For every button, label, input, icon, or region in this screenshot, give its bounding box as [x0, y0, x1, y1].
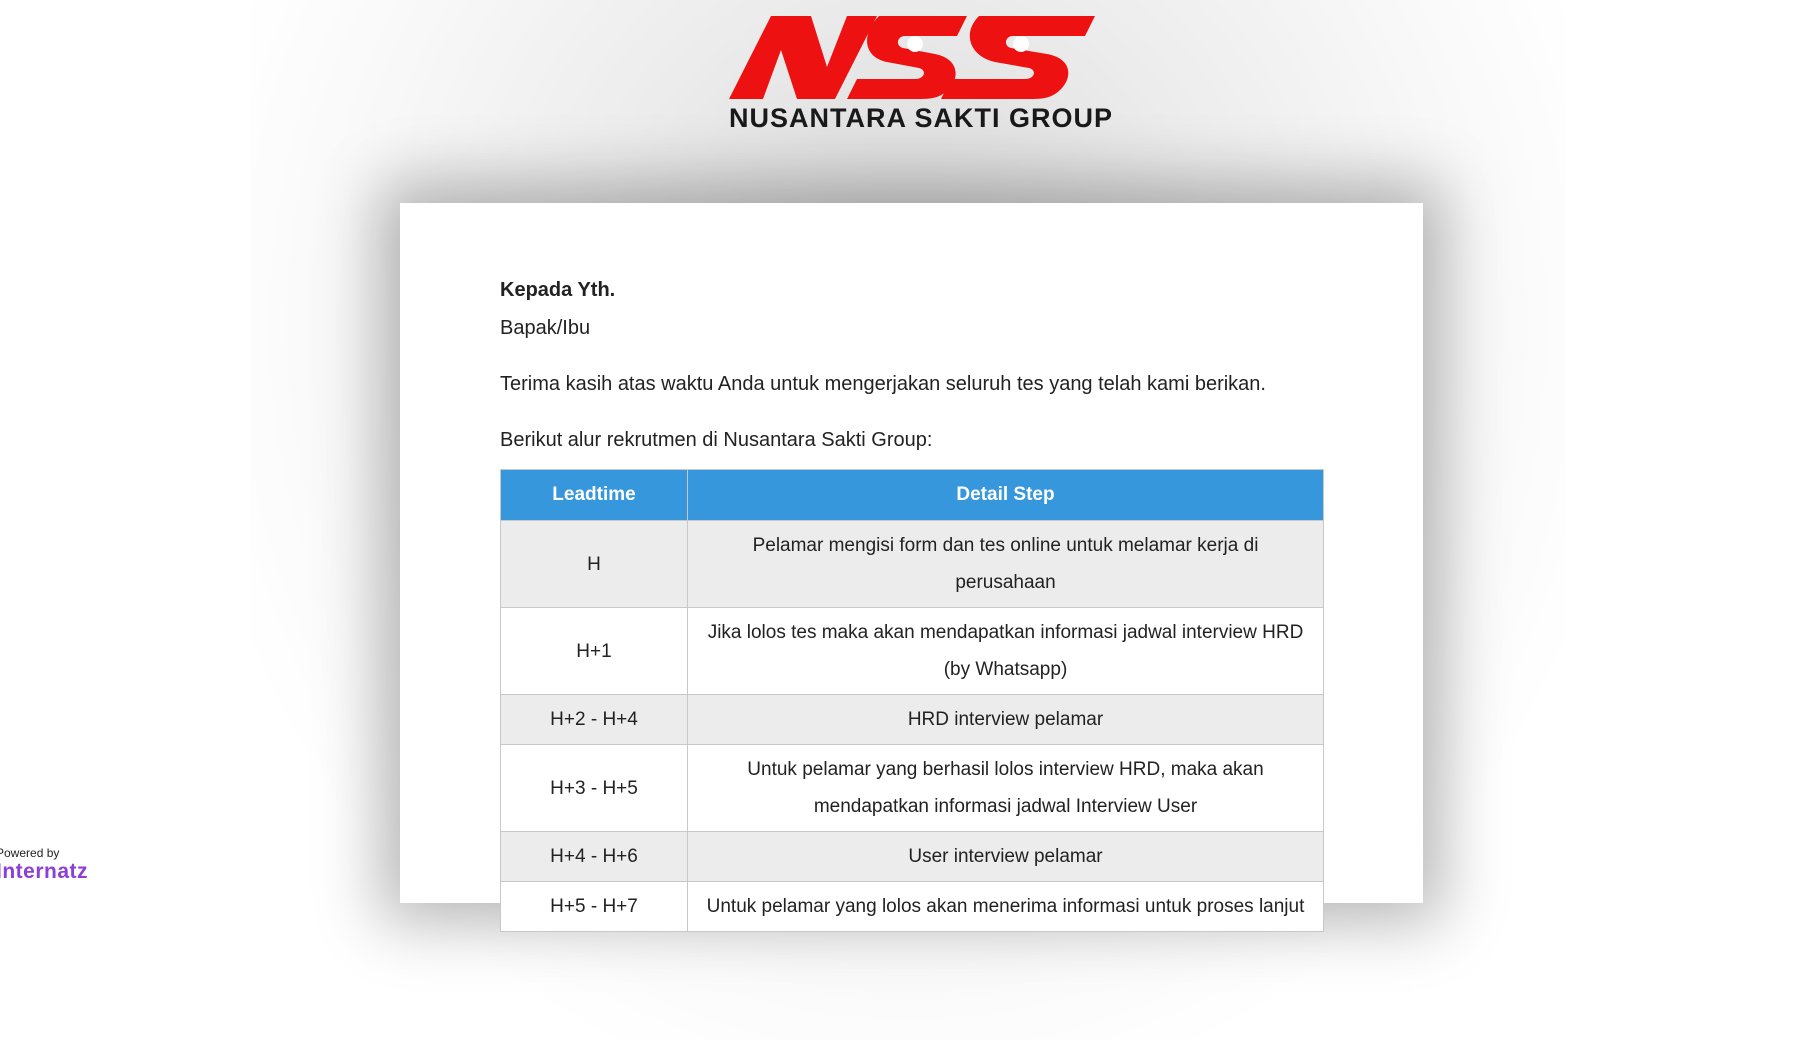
- step-cell: Untuk pelamar yang berhasil lolos interv…: [687, 744, 1324, 832]
- table-row: H+4 - H+6 User interview pelamar: [500, 831, 1324, 882]
- leadtime-cell: H+5 - H+7: [500, 881, 688, 932]
- table-row: H+2 - H+4 HRD interview pelamar: [500, 694, 1324, 745]
- letter-card: Kepada Yth. Bapak/Ibu Terima kasih atas …: [400, 203, 1423, 932]
- leadtime-cell: H: [500, 520, 688, 608]
- leadtime-cell: H+4 - H+6: [500, 831, 688, 882]
- table-header-row: Leadtime Detail Step: [500, 469, 1324, 521]
- recipient: Bapak/Ibu: [500, 317, 591, 339]
- intro-paragraph: Berikut alur rekrutmen di Nusantara Sakt…: [500, 429, 933, 451]
- table-row: H+5 - H+7 Untuk pelamar yang lolos akan …: [500, 881, 1324, 932]
- letter-content: Kepada Yth. Bapak/Ibu Terima kasih atas …: [500, 271, 1324, 932]
- step-cell: Jika lolos tes maka akan mendapatkan inf…: [687, 607, 1324, 695]
- header-leadtime: Leadtime: [500, 469, 688, 521]
- table-row: H+3 - H+5 Untuk pelamar yang berhasil lo…: [500, 744, 1324, 832]
- recruitment-flow-table: Leadtime Detail Step H Pelamar mengisi f…: [500, 469, 1324, 932]
- logo-mark-icon: [729, 16, 1095, 99]
- greeting: Kepada Yth.: [500, 279, 616, 301]
- leadtime-cell: H+1: [500, 607, 688, 695]
- powered-by-label: Powered by: [0, 846, 60, 860]
- company-logo: NUSANTARA SAKTI GROUP: [729, 12, 1113, 137]
- step-cell: User interview pelamar: [687, 831, 1324, 882]
- company-name: NUSANTARA SAKTI GROUP: [729, 103, 1113, 133]
- step-cell: Untuk pelamar yang lolos akan menerima i…: [687, 881, 1324, 932]
- powered-by-brand[interactable]: Internatz: [0, 860, 88, 884]
- table-row: H+1 Jika lolos tes maka akan mendapatkan…: [500, 607, 1324, 695]
- thanks-paragraph: Terima kasih atas waktu Anda untuk menge…: [500, 373, 1266, 395]
- step-cell: Pelamar mengisi form dan tes online untu…: [687, 520, 1324, 608]
- leadtime-cell: H+3 - H+5: [500, 744, 688, 832]
- step-cell: HRD interview pelamar: [687, 694, 1324, 745]
- header-detail-step: Detail Step: [687, 469, 1324, 521]
- leadtime-cell: H+2 - H+4: [500, 694, 688, 745]
- table-row: H Pelamar mengisi form dan tes online un…: [500, 520, 1324, 608]
